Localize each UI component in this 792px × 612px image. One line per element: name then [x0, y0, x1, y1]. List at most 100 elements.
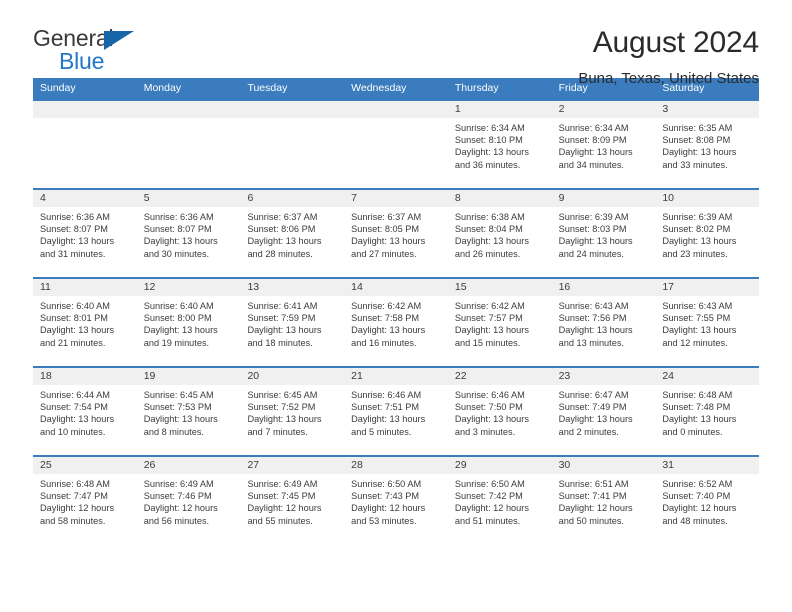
day-number: 19: [136, 368, 241, 385]
calendar-day-cell[interactable]: 16 Sunrise: 6:43 AM Sunset: 7:56 PM Dayligh…: [551, 279, 656, 366]
day-number: 16: [551, 279, 656, 296]
sunset-text: Sunset: 8:01 PM: [40, 313, 108, 324]
calendar-day-cell[interactable]: 5 Sunrise: 6:36 AM Sunset: 8:07 PM Daylight…: [136, 190, 241, 277]
calendar-day-cell[interactable]: 10 Sunrise: 6:39 AM Sunset: 8:02 PM Dayligh…: [655, 190, 760, 277]
daylight-text-cont: and 18 minutes.: [247, 337, 313, 348]
calendar-day-cell[interactable]: 28 Sunrise: 6:50 AM Sunset: 7:43 PM Dayligh…: [344, 457, 448, 547]
day-details: Sunrise: 6:40 AM Sunset: 8:00 PM Daylight:…: [137, 296, 241, 349]
day-number: 23: [551, 368, 656, 385]
sunrise-text: Sunrise: 6:40 AM: [143, 301, 214, 311]
day-number: 5: [136, 190, 241, 207]
calendar-day-cell[interactable]: 21 Sunrise: 6:46 AM Sunset: 7:51 PM Dayligh…: [344, 368, 448, 455]
calendar-day-cell[interactable]: 2 Sunrise: 6:34 AM Sunset: 8:09 PM Daylight…: [551, 101, 656, 188]
sunset-text: Sunset: 7:56 PM: [558, 313, 627, 324]
calendar-day-cell[interactable]: 25 Sunrise: 6:48 AM Sunset: 7:47 PM Dayligh…: [33, 457, 137, 547]
brand-logo[interactable]: General Blue: [33, 26, 153, 78]
sunrise-text: Sunrise: 6:36 AM: [143, 212, 214, 222]
calendar-day-cell[interactable]: 15 Sunrise: 6:42 AM Sunset: 7:57 PM Dayligh…: [447, 279, 552, 366]
daylight-text-cont: and 15 minutes.: [454, 337, 521, 348]
daylight-text-cont: and 23 minutes.: [662, 248, 728, 259]
daylight-text: Daylight: 12 hours: [247, 503, 322, 514]
day-number: [33, 101, 137, 118]
calendar-day-cell[interactable]: 14 Sunrise: 6:42 AM Sunset: 7:58 PM Dayligh…: [344, 279, 448, 366]
calendar-day-cell[interactable]: 31 Sunrise: 6:52 AM Sunset: 7:40 PM Dayligh…: [655, 457, 760, 547]
sunset-text: Sunset: 8:09 PM: [558, 135, 627, 146]
calendar-week-row: 4 Sunrise: 6:36 AM Sunset: 8:07 PM Daylight…: [33, 188, 760, 277]
calendar-day-cell[interactable]: 18 Sunrise: 6:44 AM Sunset: 7:54 PM Dayligh…: [33, 368, 137, 455]
day-number: [136, 101, 241, 118]
daylight-text-cont: and 53 minutes.: [351, 515, 417, 526]
day-number: 2: [551, 101, 656, 118]
day-details: Sunrise: 6:46 AM Sunset: 7:50 PM Daylight:…: [448, 385, 552, 438]
daylight-text-cont: and 21 minutes.: [40, 337, 106, 348]
sunrise-text: Sunrise: 6:42 AM: [454, 301, 525, 311]
day-number: 14: [344, 279, 448, 296]
sunset-text: Sunset: 7:48 PM: [662, 402, 731, 413]
weekday-tuesday: Tuesday: [247, 82, 288, 94]
daylight-text-cont: and 33 minutes.: [662, 159, 728, 170]
daylight-text-cont: and 55 minutes.: [247, 515, 313, 526]
daylight-text: Daylight: 13 hours: [662, 325, 737, 336]
daylight-text: Daylight: 13 hours: [40, 325, 115, 336]
day-details: Sunrise: 6:42 AM Sunset: 7:57 PM Daylight:…: [448, 296, 552, 349]
calendar-day-cell[interactable]: 30 Sunrise: 6:51 AM Sunset: 7:41 PM Dayligh…: [551, 457, 656, 547]
calendar-day-cell[interactable]: 4 Sunrise: 6:36 AM Sunset: 8:07 PM Daylight…: [33, 190, 137, 277]
weekday-thursday: Thursday: [454, 82, 499, 94]
sunrise-text: Sunrise: 6:43 AM: [662, 301, 733, 311]
sunset-text: Sunset: 8:03 PM: [558, 224, 627, 235]
calendar-day-cell[interactable]: 20 Sunrise: 6:45 AM Sunset: 7:52 PM Dayligh…: [240, 368, 345, 455]
day-number: 12: [136, 279, 241, 296]
day-details: Sunrise: 6:51 AM Sunset: 7:41 PM Daylight:…: [552, 474, 656, 527]
daylight-text: Daylight: 12 hours: [143, 503, 218, 514]
daylight-text: Daylight: 13 hours: [40, 236, 115, 247]
sunrise-text: Sunrise: 6:40 AM: [40, 301, 110, 311]
calendar-day-cell[interactable]: 26 Sunrise: 6:49 AM Sunset: 7:46 PM Dayligh…: [136, 457, 241, 547]
daylight-text-cont: and 0 minutes.: [662, 426, 723, 437]
triangle-icon: [104, 31, 134, 50]
calendar-day-cell[interactable]: 3 Sunrise: 6:35 AM Sunset: 8:08 PM Daylight…: [655, 101, 760, 188]
daylight-text-cont: and 26 minutes.: [454, 248, 521, 259]
calendar-week-row: 11 Sunrise: 6:40 AM Sunset: 8:01 PM Dayligh…: [33, 277, 760, 366]
calendar-day-cell[interactable]: 29 Sunrise: 6:50 AM Sunset: 7:42 PM Dayligh…: [447, 457, 552, 547]
day-details: Sunrise: 6:38 AM Sunset: 8:04 PM Daylight:…: [448, 207, 552, 260]
calendar-day-cell[interactable]: 13 Sunrise: 6:41 AM Sunset: 7:59 PM Dayligh…: [240, 279, 345, 366]
calendar-day-cell[interactable]: 23 Sunrise: 6:47 AM Sunset: 7:49 PM Dayligh…: [551, 368, 656, 455]
sunset-text: Sunset: 7:46 PM: [143, 491, 212, 502]
calendar-day-cell[interactable]: 19 Sunrise: 6:45 AM Sunset: 7:53 PM Dayligh…: [136, 368, 241, 455]
calendar-day-cell[interactable]: 7 Sunrise: 6:37 AM Sunset: 8:05 PM Daylight…: [344, 190, 448, 277]
page-title: August 2024: [592, 26, 759, 59]
weekday-wednesday: Wednesday: [351, 82, 407, 94]
calendar-day-cell[interactable]: 17 Sunrise: 6:43 AM Sunset: 7:55 PM Dayligh…: [655, 279, 760, 366]
day-details: Sunrise: 6:49 AM Sunset: 7:45 PM Daylight:…: [240, 474, 344, 527]
day-details: Sunrise: 6:34 AM Sunset: 8:09 PM Daylight:…: [552, 118, 656, 171]
day-details: Sunrise: 6:37 AM Sunset: 8:06 PM Daylight:…: [240, 207, 344, 260]
calendar-day-cell[interactable]: 8 Sunrise: 6:38 AM Sunset: 8:04 PM Daylight…: [447, 190, 552, 277]
day-details: Sunrise: 6:39 AM Sunset: 8:03 PM Daylight:…: [552, 207, 656, 260]
day-details: Sunrise: 6:46 AM Sunset: 7:51 PM Daylight:…: [344, 385, 448, 438]
calendar-day-cell[interactable]: 6 Sunrise: 6:37 AM Sunset: 8:06 PM Daylight…: [240, 190, 345, 277]
daylight-text: Daylight: 13 hours: [247, 325, 322, 336]
day-details: Sunrise: 6:34 AM Sunset: 8:10 PM Daylight:…: [448, 118, 552, 171]
calendar-day-cell[interactable]: 12 Sunrise: 6:40 AM Sunset: 8:00 PM Dayligh…: [136, 279, 241, 366]
sunrise-text: Sunrise: 6:37 AM: [247, 212, 318, 222]
sunrise-text: Sunrise: 6:48 AM: [40, 479, 110, 489]
day-number: 29: [447, 457, 552, 474]
day-number: 28: [344, 457, 448, 474]
sunrise-text: Sunrise: 6:50 AM: [351, 479, 422, 489]
calendar-day-cell[interactable]: 11 Sunrise: 6:40 AM Sunset: 8:01 PM Dayligh…: [33, 279, 137, 366]
weekday-header-row: Sunday Monday Tuesday Wednesday Thursday…: [33, 78, 759, 99]
day-details: Sunrise: 6:35 AM Sunset: 8:08 PM Daylight:…: [655, 118, 759, 171]
calendar-day-cell[interactable]: 24 Sunrise: 6:48 AM Sunset: 7:48 PM Dayligh…: [655, 368, 760, 455]
calendar-day-cell[interactable]: 1 Sunrise: 6:34 AM Sunset: 8:10 PM Daylight…: [447, 101, 552, 188]
daylight-text: Daylight: 12 hours: [662, 503, 737, 514]
day-number: 17: [655, 279, 760, 296]
calendar-day-cell[interactable]: 22 Sunrise: 6:46 AM Sunset: 7:50 PM Dayligh…: [447, 368, 552, 455]
daylight-text-cont: and 13 minutes.: [558, 337, 624, 348]
sunrise-text: Sunrise: 6:47 AM: [558, 390, 629, 400]
day-number: 20: [240, 368, 345, 385]
calendar-day-cell[interactable]: 9 Sunrise: 6:39 AM Sunset: 8:03 PM Daylight…: [551, 190, 656, 277]
sunset-text: Sunset: 7:55 PM: [662, 313, 731, 324]
sunset-text: Sunset: 7:52 PM: [247, 402, 316, 413]
calendar-day-cell[interactable]: 27 Sunrise: 6:49 AM Sunset: 7:45 PM Dayligh…: [240, 457, 345, 547]
daylight-text: Daylight: 13 hours: [662, 414, 737, 425]
